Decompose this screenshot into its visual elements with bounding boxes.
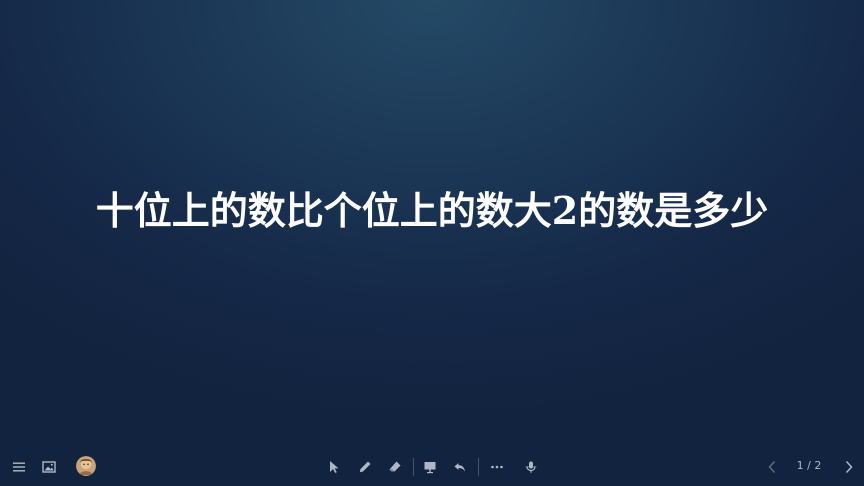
bottom-toolbar xyxy=(0,450,864,484)
toolbar-divider xyxy=(478,458,479,476)
avatar[interactable] xyxy=(76,456,96,476)
more-icon[interactable] xyxy=(488,458,506,476)
slide-title: 十位上的数比个位上的数大2的数是多少 xyxy=(95,188,769,233)
next-icon[interactable] xyxy=(840,458,858,476)
picture-icon[interactable] xyxy=(40,458,58,476)
eraser-icon[interactable] xyxy=(386,458,404,476)
pointer-icon[interactable] xyxy=(325,458,343,476)
pen-icon[interactable] xyxy=(356,458,374,476)
mic-icon[interactable] xyxy=(522,458,540,476)
page-indicator: 1 / 2 xyxy=(796,459,822,472)
slide-stage: 十位上的数比个位上的数大2的数是多少 1 / 2 xyxy=(0,0,864,486)
presentation-icon[interactable] xyxy=(421,458,439,476)
menu-icon[interactable] xyxy=(10,458,28,476)
prev-icon[interactable] xyxy=(763,458,781,476)
undo-icon[interactable] xyxy=(451,458,469,476)
toolbar-divider xyxy=(413,458,414,476)
